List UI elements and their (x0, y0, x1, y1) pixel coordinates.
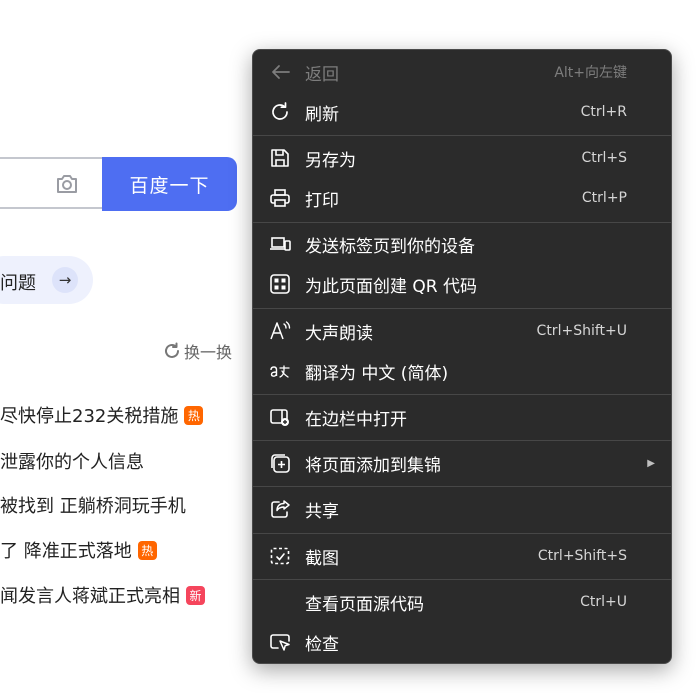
hot-item-text: 尽快停止232关税措施 (0, 406, 179, 427)
save-icon (269, 147, 291, 169)
menu-item-translate[interactable]: 翻译为 中文 (简体) (253, 353, 671, 389)
menu-item-label: 检查 (305, 634, 339, 655)
menu-item-share[interactable]: 共享 (253, 491, 671, 527)
hot-list-item[interactable]: 被找到 正躺桥洞玩手机 (0, 492, 186, 518)
menu-separator (253, 486, 671, 487)
camera-icon[interactable] (55, 173, 79, 195)
menu-item-shortcut: Alt+向左键 (554, 65, 627, 81)
menu-item-label: 打印 (305, 190, 339, 211)
screenshot-icon (269, 545, 291, 567)
devices-icon (269, 233, 291, 255)
menu-item-label: 为此页面创建 QR 代码 (305, 276, 478, 297)
new-badge: 新 (186, 585, 205, 605)
menu-separator (253, 533, 671, 534)
menu-item-shortcut: Ctrl+R (580, 104, 627, 120)
menu-item-label: 翻译为 中文 (简体) (305, 363, 449, 384)
hot-item-text: 泄露你的个人信息 (0, 452, 144, 473)
menu-item-label: 查看页面源代码 (305, 594, 424, 615)
menu-item-add-to-collections[interactable]: 将页面添加到集锦 ▶ (253, 445, 671, 481)
search-button[interactable]: 百度一下 (102, 157, 237, 211)
menu-item-back[interactable]: 返回 Alt+向左键 (253, 54, 671, 90)
ai-pill-label: 问题 (0, 273, 36, 294)
hot-item-text: 了 降准正式落地 (0, 541, 132, 562)
menu-item-view-source[interactable]: 查看页面源代码 Ctrl+U (253, 584, 671, 620)
hot-badge: 热 (137, 540, 157, 560)
menu-item-shortcut: Ctrl+S (581, 150, 627, 166)
menu-separator (253, 135, 671, 136)
inspect-icon (269, 631, 291, 653)
menu-item-label: 另存为 (305, 150, 356, 171)
hot-list-item[interactable]: 尽快停止232关税措施 热 (0, 402, 204, 428)
refresh-label: 换一换 (184, 343, 233, 362)
menu-item-label: 在边栏中打开 (305, 409, 407, 430)
context-menu: 返回 Alt+向左键 刷新 Ctrl+R 另存为 Ctrl+S 打印 Ctrl+… (252, 49, 672, 664)
menu-item-label: 截图 (305, 548, 339, 569)
menu-item-label: 返回 (305, 64, 339, 85)
menu-separator (253, 222, 671, 223)
menu-item-label: 刷新 (305, 104, 339, 125)
hot-item-text: 闻发言人蒋斌正式亮相 (0, 586, 180, 607)
menu-separator (253, 308, 671, 309)
menu-item-open-sidebar[interactable]: 在边栏中打开 (253, 399, 671, 435)
translate-icon (269, 360, 291, 382)
menu-item-screenshot[interactable]: 截图 Ctrl+Shift+S (253, 538, 671, 574)
menu-item-shortcut: Ctrl+Shift+U (536, 323, 627, 339)
menu-item-shortcut: Ctrl+U (580, 594, 627, 610)
menu-item-send-tab[interactable]: 发送标签页到你的设备 (253, 226, 671, 262)
search-input[interactable] (0, 157, 102, 209)
menu-item-label: 共享 (305, 501, 339, 522)
menu-separator (253, 440, 671, 441)
menu-item-label: 大声朗读 (305, 323, 373, 344)
hot-item-text: 被找到 正躺桥洞玩手机 (0, 496, 186, 517)
hot-list-item[interactable]: 闻发言人蒋斌正式亮相 新 (0, 582, 205, 608)
hot-badge: 热 (184, 405, 204, 425)
menu-separator (253, 579, 671, 580)
arrow-right-icon[interactable]: → (52, 267, 78, 293)
qr-code-icon (269, 273, 291, 295)
sidebar-open-icon (269, 406, 291, 428)
read-aloud-icon (269, 320, 291, 342)
menu-item-shortcut: Ctrl+P (581, 190, 627, 206)
hot-list-item[interactable]: 了 降准正式落地 热 (0, 537, 157, 563)
menu-item-inspect[interactable]: 检查 (253, 624, 671, 660)
menu-item-label: 将页面添加到集锦 (305, 455, 441, 476)
refresh-icon (269, 101, 291, 123)
menu-item-save-as[interactable]: 另存为 Ctrl+S (253, 140, 671, 176)
menu-item-refresh[interactable]: 刷新 Ctrl+R (253, 94, 671, 130)
printer-icon (269, 187, 291, 209)
back-arrow-icon (269, 61, 291, 83)
menu-item-qr-code[interactable]: 为此页面创建 QR 代码 (253, 266, 671, 302)
hot-refresh-link[interactable]: 换一换 (163, 339, 232, 363)
menu-separator (253, 394, 671, 395)
collections-icon (269, 452, 291, 474)
share-icon (269, 498, 291, 520)
refresh-icon (163, 342, 181, 360)
chevron-right-icon: ▶ (647, 457, 655, 469)
hot-list-item[interactable]: 泄露你的个人信息 (0, 448, 144, 474)
menu-item-shortcut: Ctrl+Shift+S (537, 548, 627, 564)
menu-item-label: 发送标签页到你的设备 (305, 236, 475, 257)
menu-item-print[interactable]: 打印 Ctrl+P (253, 180, 671, 216)
menu-item-read-aloud[interactable]: 大声朗读 Ctrl+Shift+U (253, 313, 671, 349)
